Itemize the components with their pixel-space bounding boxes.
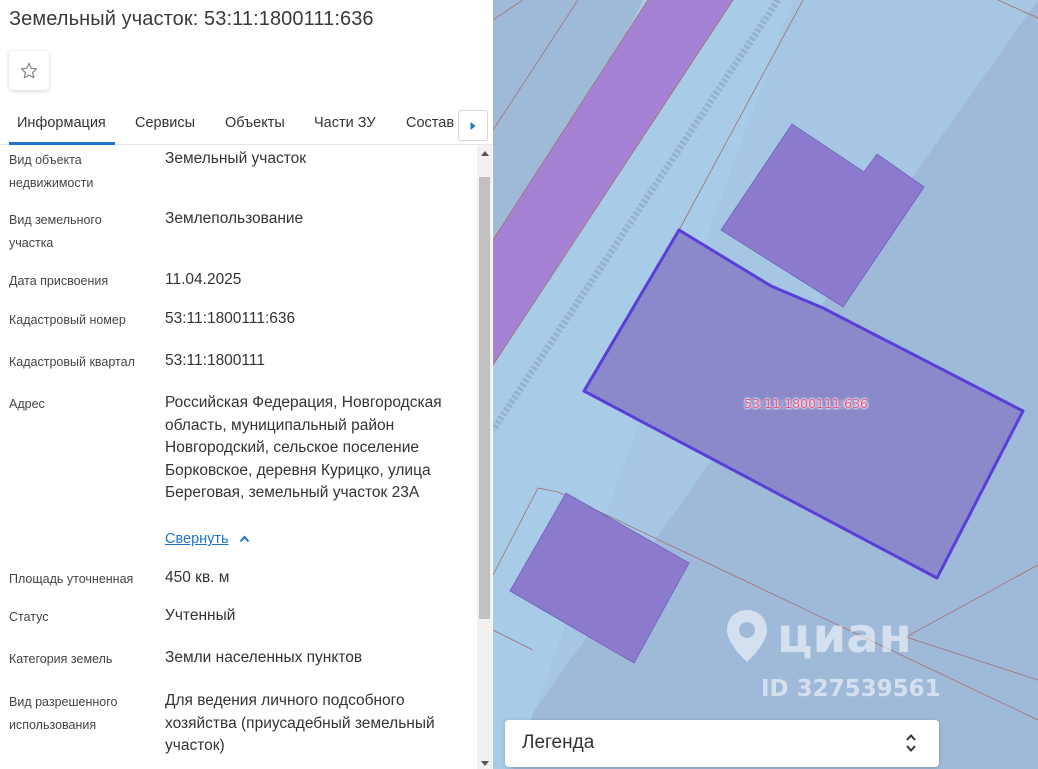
- tabs-next-button[interactable]: [458, 110, 488, 141]
- parcel-label: 53:11:1800111:636: [744, 396, 868, 411]
- star-outline-icon: [20, 62, 38, 78]
- chevron-up-down-icon: [906, 733, 916, 753]
- tab-land-parts[interactable]: Части ЗУ: [314, 115, 376, 131]
- cadastral-map[interactable]: 53:11:1800111:636 циан ID 327539561 Леге…: [493, 0, 1038, 769]
- value-address: Российская Федерация, Новгородская облас…: [165, 394, 442, 501]
- value-land-category: Земли населенных пунктов: [165, 649, 363, 666]
- value-status: Учтенный: [165, 607, 236, 624]
- value-cadastral-number: 53:11:1800111:636: [165, 310, 296, 327]
- label-land-type: Вид земельного участка: [9, 213, 102, 250]
- scrollbar[interactable]: [477, 145, 492, 769]
- boundary-line: [493, 0, 579, 131]
- caret-right-icon: [470, 121, 476, 130]
- value-permitted-use: Для ведения личного подсобного хозяйства…: [165, 692, 435, 754]
- tab-information[interactable]: Информация: [9, 115, 115, 145]
- chevron-up-icon: [239, 535, 249, 543]
- value-area: 450 кв. м: [165, 569, 230, 586]
- scroll-up-arrow-icon[interactable]: [481, 151, 489, 156]
- label-land-category: Категория земель: [9, 652, 113, 666]
- tab-bar: Информация Сервисы Объекты Части ЗУ Сост…: [0, 106, 493, 145]
- label-object-type: Вид объекта недвижимости: [9, 153, 94, 190]
- legend-label: Легенда: [522, 732, 595, 753]
- watermark-id: ID 327539561: [761, 676, 941, 702]
- favorite-button[interactable]: [9, 51, 49, 90]
- label-assign-date: Дата присвоения: [9, 274, 109, 288]
- value-cadastral-quarter: 53:11:1800111: [165, 352, 265, 369]
- page-title: Земельный участок: 53:11:1800111:636: [9, 8, 374, 30]
- label-status: Статус: [9, 610, 49, 624]
- watermark-brand: циан: [777, 608, 912, 664]
- legend-dropdown[interactable]: Легенда: [505, 720, 939, 767]
- collapse-link-label: Свернуть: [165, 531, 229, 547]
- label-cadastral-quarter: Кадастровый квартал: [9, 355, 135, 369]
- scrollbar-thumb[interactable]: [479, 177, 490, 619]
- value-land-type: Землепользование: [165, 210, 304, 227]
- label-address: Адрес: [9, 397, 45, 411]
- tab-objects[interactable]: Объекты: [225, 115, 285, 131]
- boundary-line: [904, 564, 1038, 681]
- location-pin-icon: [727, 610, 767, 662]
- tab-composition[interactable]: Состав: [406, 115, 454, 131]
- tab-services[interactable]: Сервисы: [135, 115, 195, 131]
- info-panel: Земельный участок: 53:11:1800111:636 Инф…: [0, 0, 493, 769]
- boundary-line: [493, 0, 524, 21]
- label-area: Площадь уточненная: [9, 572, 134, 586]
- scroll-down-arrow-icon[interactable]: [481, 761, 489, 766]
- label-permitted-use: Вид разрешенного использования: [9, 695, 118, 732]
- label-cadastral-number: Кадастровый номер: [9, 313, 126, 327]
- watermark: циан ID 327539561: [725, 608, 941, 702]
- value-assign-date: 11.04.2025: [165, 271, 242, 288]
- value-object-type: Земельный участок: [165, 150, 307, 167]
- collapse-link[interactable]: Свернуть: [165, 531, 250, 547]
